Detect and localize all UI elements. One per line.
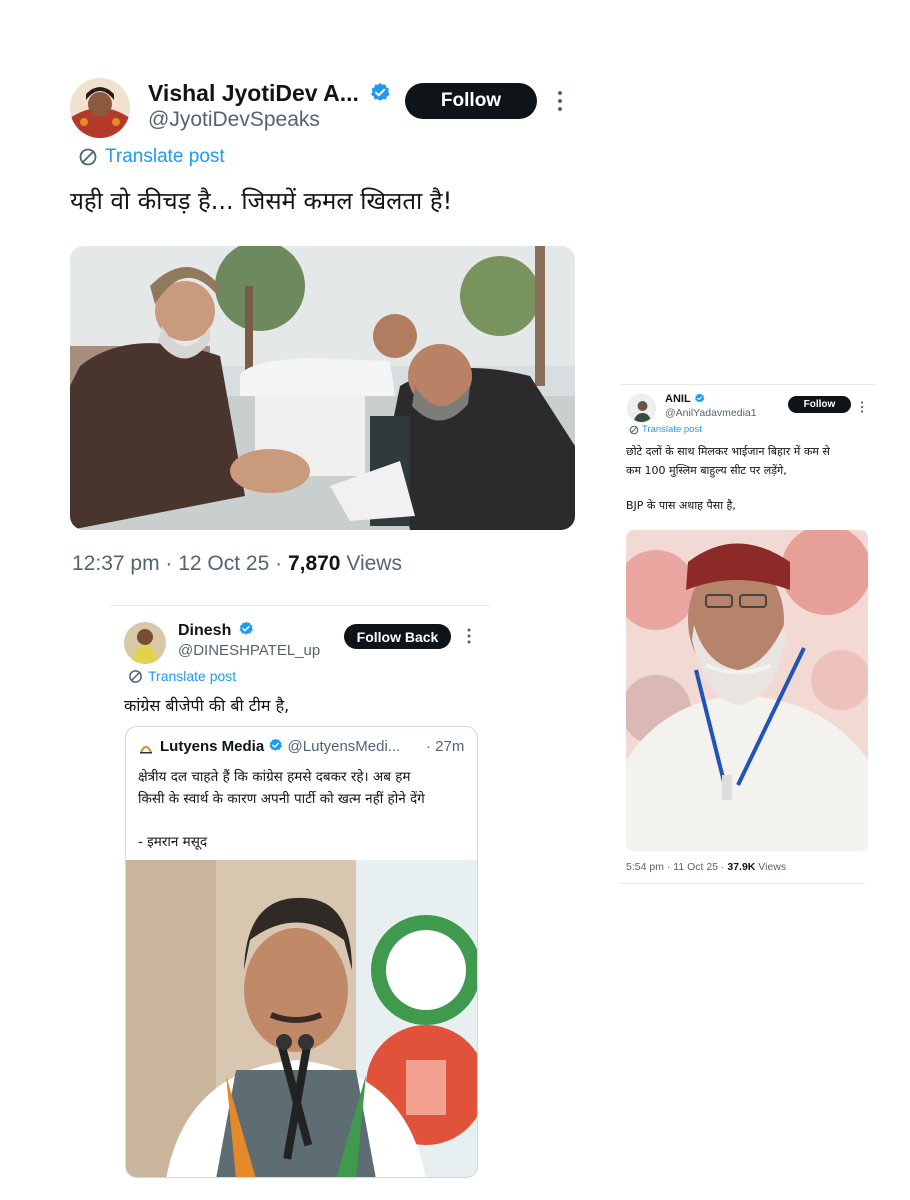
translate-icon: [79, 148, 97, 166]
quoted-post-time[interactable]: · 27m: [426, 738, 464, 755]
more-options-icon[interactable]: [556, 90, 564, 112]
display-name-text[interactable]: Vishal JyotiDev A...: [148, 80, 359, 106]
follow-button[interactable]: Follow: [788, 396, 851, 413]
translate-post-link[interactable]: Translate post: [629, 424, 702, 435]
handle[interactable]: @DINESHPATEL_up: [178, 642, 320, 659]
follow-button[interactable]: Follow: [405, 83, 537, 119]
divider: [110, 605, 490, 606]
handle[interactable]: @AnilYadavmedia1: [665, 407, 757, 419]
translate-icon: [129, 669, 142, 683]
verified-badge-icon: [239, 621, 253, 635]
avatar[interactable]: [124, 622, 166, 664]
post-image[interactable]: [626, 530, 868, 851]
views-label: Views: [340, 552, 402, 575]
divider: [620, 384, 875, 385]
views-label: Views: [755, 861, 787, 873]
main-post: Vishal JyotiDev A... @JyotiDevSpeaks Fol…: [60, 70, 580, 590]
display-name[interactable]: Dinesh: [178, 621, 254, 640]
quoted-post-attribution: - इमरान मसूद: [138, 834, 208, 850]
quoted-post-line-1: क्षेत्रीय दल चाहते हैं कि कांग्रेस हमसे …: [138, 769, 411, 785]
quoted-post-card[interactable]: Lutyens Media @LutyensMedi... · 27m क्षे…: [125, 726, 478, 1178]
views-count: 7,870: [287, 552, 341, 575]
verified-badge-icon: [371, 82, 390, 101]
post-timestamp[interactable]: 12:37 pm · 12 Oct 25 · 7,870 Views: [72, 552, 402, 576]
display-name[interactable]: ANIL: [665, 393, 705, 405]
views-count: 37.9K: [727, 861, 756, 873]
post-time[interactable]: 5:54 pm · 11 Oct 25 ·: [626, 861, 727, 873]
source-handle[interactable]: @LutyensMedi...: [288, 738, 401, 755]
translate-post-label[interactable]: Translate post: [105, 146, 225, 168]
verified-badge-icon: [694, 393, 704, 402]
quoted-post-header: Lutyens Media @LutyensMedi...: [160, 738, 400, 755]
post-time[interactable]: 12:37 pm · 12 Oct 25 ·: [72, 552, 288, 575]
translate-post-link[interactable]: Translate post: [128, 668, 236, 684]
translate-post-label[interactable]: Translate post: [642, 424, 702, 435]
post-text-line-1: छोटे दलों के साथ मिलकर भाईजान बिहार में …: [626, 445, 830, 458]
post-text: कांग्रेस बीजेपी की बी टीम है,: [124, 696, 290, 715]
post-text-line-2: कम 100 मुस्लिम बाहुल्य सीट पर लड़ेंगे,: [626, 464, 787, 477]
reply-post: Dinesh @DINESHPATEL_up Follow Back Trans…: [115, 612, 490, 1192]
translate-post-link[interactable]: Translate post: [78, 146, 225, 168]
display-name[interactable]: Vishal JyotiDev A...: [148, 80, 391, 107]
avatar[interactable]: [627, 394, 656, 423]
divider: [620, 883, 865, 884]
translate-icon: [629, 425, 639, 434]
verified-badge-icon: [269, 738, 283, 751]
quoted-post-line-2: किसी के स्वार्थ के कारण अपनी पार्टी को ख…: [138, 791, 425, 807]
display-name-text[interactable]: ANIL: [665, 393, 690, 405]
follow-back-button[interactable]: Follow Back: [344, 624, 451, 649]
post-timestamp[interactable]: 5:54 pm · 11 Oct 25 · 37.9K Views: [626, 861, 786, 873]
handle[interactable]: @JyotiDevSpeaks: [148, 108, 320, 132]
post-text: यही वो कीचड़ है... जिसमें कमल खिलता है!: [70, 187, 453, 215]
source-logo-icon: [138, 740, 154, 756]
display-name-text[interactable]: Dinesh: [178, 622, 231, 639]
source-name[interactable]: Lutyens Media: [160, 738, 264, 755]
avatar[interactable]: [70, 78, 130, 138]
post-text-line-3: BJP के पास अथाह पैसा है,: [626, 499, 736, 512]
quoted-post-image[interactable]: [126, 860, 477, 1177]
more-options-icon[interactable]: [860, 398, 864, 413]
translate-post-label[interactable]: Translate post: [148, 668, 236, 684]
more-options-icon[interactable]: [466, 628, 472, 644]
post-image[interactable]: [70, 246, 575, 530]
side-post: ANIL @AnilYadavmedia1 Follow Translate p…: [620, 386, 876, 886]
